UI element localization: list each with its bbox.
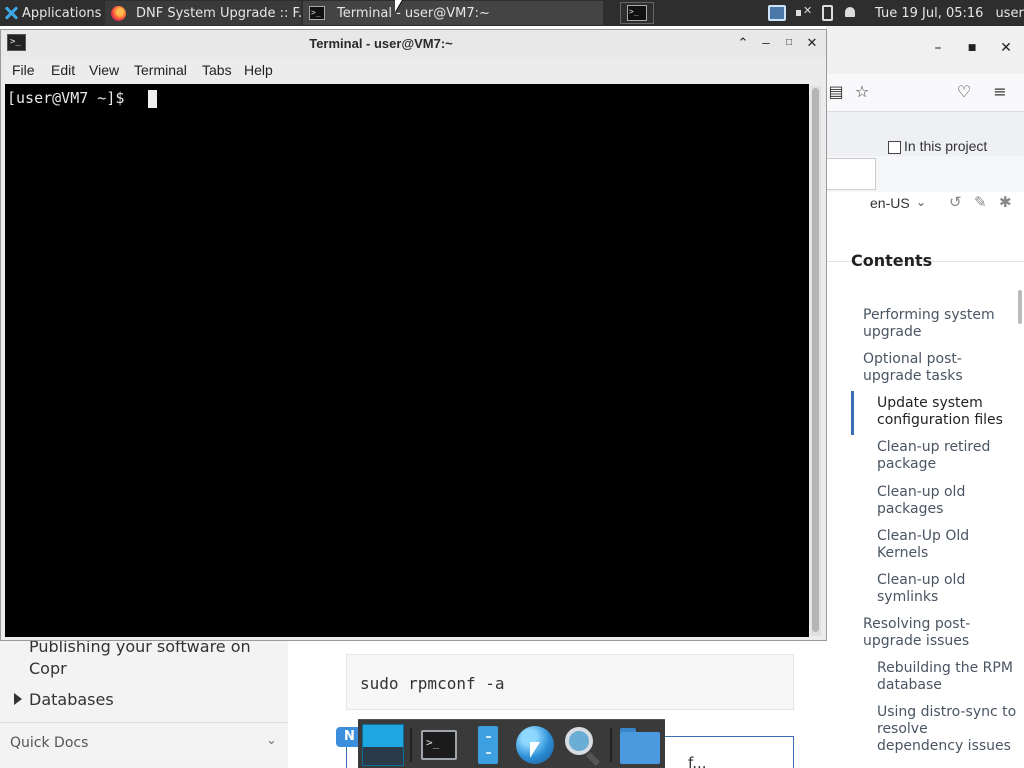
toc-link[interactable]: Clean-up old packages <box>877 484 977 518</box>
toc-link[interactable]: Performing system upgrade <box>863 307 1013 341</box>
toc-title: Contents <box>851 251 933 270</box>
menu-edit[interactable]: Edit <box>51 62 75 78</box>
toc-link[interactable]: Clean-up retired package <box>877 439 997 473</box>
terminal-icon: >_ <box>309 6 325 20</box>
reader-view-icon[interactable]: ▤ <box>826 82 846 102</box>
workspace-switcher[interactable]: >_ <box>620 2 654 24</box>
in-this-project-checkbox[interactable] <box>888 141 901 154</box>
top-panel: Applications DNF System Upgrade :: F... … <box>0 0 1024 26</box>
taskbar-item-terminal[interactable]: >_ Terminal - user@VM7:~ <box>303 1 603 25</box>
browser-toolbar: ▤ ☆ ♡ ≡ <box>826 74 1024 112</box>
applications-menu[interactable]: Applications <box>0 0 102 26</box>
toc-link-active[interactable]: Update system configuration files <box>877 395 1007 429</box>
toc-link[interactable]: Clean-Up Old Kernels <box>877 528 977 562</box>
language-selector[interactable]: en-US <box>870 195 910 211</box>
edit-icon[interactable]: ✎ <box>974 193 987 211</box>
in-this-project-label: In this project <box>904 138 988 154</box>
menu-view[interactable]: View <box>89 62 119 78</box>
close-icon[interactable]: ✕ <box>803 34 821 52</box>
terminal-launcher-icon[interactable]: >_ <box>418 724 460 766</box>
toc-active-indicator <box>851 391 854 435</box>
hamburger-menu-icon[interactable]: ≡ <box>990 82 1010 102</box>
taskbar-item-label: Terminal - user@VM7:~ <box>337 5 490 21</box>
menu-terminal[interactable]: Terminal <box>134 62 187 78</box>
taskbar-item-browser[interactable]: DNF System Upgrade :: F... <box>105 1 301 25</box>
menu-file[interactable]: File <box>12 62 35 78</box>
search-input[interactable] <box>826 158 876 190</box>
folder-icon[interactable] <box>618 724 660 766</box>
volume-muted-icon[interactable] <box>795 4 813 21</box>
maximize-icon[interactable]: ■ <box>962 38 982 58</box>
window-title: Terminal - user@VM7:~ <box>309 36 453 51</box>
text-cursor <box>148 90 157 108</box>
code-text: sudo rpmconf -a <box>360 674 505 693</box>
terminal-icon: >_ <box>627 5 647 21</box>
applications-label: Applications <box>22 5 102 21</box>
clock[interactable]: Tue 19 Jul, 05:16 <box>875 6 983 21</box>
menu-help[interactable]: Help <box>244 62 273 78</box>
bookmark-star-icon[interactable]: ☆ <box>852 82 872 102</box>
firefox-icon <box>111 5 126 21</box>
toc-link[interactable]: Clean-up old symlinks <box>877 572 977 606</box>
terminal-screen[interactable]: [user@VM7 ~]$ <box>5 84 809 637</box>
app-finder-icon[interactable] <box>562 724 604 767</box>
minimize-icon[interactable]: – <box>757 34 775 52</box>
close-icon[interactable]: ✕ <box>996 38 1016 58</box>
scrollbar-thumb[interactable] <box>812 88 819 632</box>
chevron-down-icon[interactable]: ⌄ <box>916 195 926 209</box>
dock: >_ <box>358 719 665 768</box>
toc-link[interactable]: Using distro-sync to resolve dependency … <box>877 704 1017 755</box>
terminal-scrollbar[interactable] <box>811 86 821 636</box>
note-text: f... <box>688 754 707 768</box>
system-tray: Tue 19 Jul, 05:16 user <box>768 0 1024 26</box>
expand-triangle-icon[interactable] <box>14 693 22 705</box>
mouse-pointer-icon <box>395 0 402 12</box>
toc-link[interactable]: Rebuilding the RPM database <box>877 660 1017 694</box>
page-scrollbar[interactable] <box>1018 290 1022 324</box>
shade-icon[interactable]: ⌃ <box>734 34 752 52</box>
network-icon[interactable] <box>768 5 786 21</box>
search-row <box>826 156 1024 192</box>
terminal-titlebar[interactable]: >_ Terminal - user@VM7:~ ⌃ – □ ✕ <box>1 30 826 57</box>
maximize-icon[interactable]: □ <box>780 34 798 52</box>
chevron-down-icon[interactable]: ⌄ <box>266 733 277 748</box>
terminal-menubar: File Edit View Terminal Tabs Help <box>1 57 826 84</box>
browser-titlebar: – ■ ✕ <box>826 26 1024 74</box>
nav-item-databases[interactable]: Databases <box>29 689 114 711</box>
terminal-window: >_ Terminal - user@VM7:~ ⌃ – □ ✕ File Ed… <box>0 29 827 641</box>
web-browser-icon[interactable] <box>514 724 556 766</box>
pocket-icon[interactable]: ♡ <box>954 82 974 102</box>
toc-link[interactable]: Resolving post-upgrade issues <box>863 616 983 650</box>
notification-bell-icon[interactable] <box>842 5 860 21</box>
menu-tabs[interactable]: Tabs <box>202 62 232 78</box>
minimize-icon[interactable]: – <box>928 38 948 58</box>
taskbar-item-label: DNF System Upgrade :: F... <box>136 5 301 21</box>
xfce-logo-icon <box>4 6 18 20</box>
dock-separator <box>610 728 612 762</box>
toc-link[interactable]: Optional post-upgrade tasks <box>863 351 1013 385</box>
history-icon[interactable]: ↺ <box>949 193 962 211</box>
dock-separator <box>410 728 412 762</box>
battery-icon[interactable] <box>822 5 833 21</box>
show-desktop-icon[interactable] <box>362 724 404 766</box>
file-manager-icon[interactable] <box>466 724 508 766</box>
user-menu[interactable]: user <box>995 6 1023 21</box>
nav-item-publishing[interactable]: Publishing your software on Copr <box>29 636 269 680</box>
quick-docs-label[interactable]: Quick Docs <box>10 735 88 751</box>
shell-prompt: [user@VM7 ~]$ <box>7 89 134 107</box>
bug-report-icon[interactable]: ✱ <box>999 193 1012 211</box>
